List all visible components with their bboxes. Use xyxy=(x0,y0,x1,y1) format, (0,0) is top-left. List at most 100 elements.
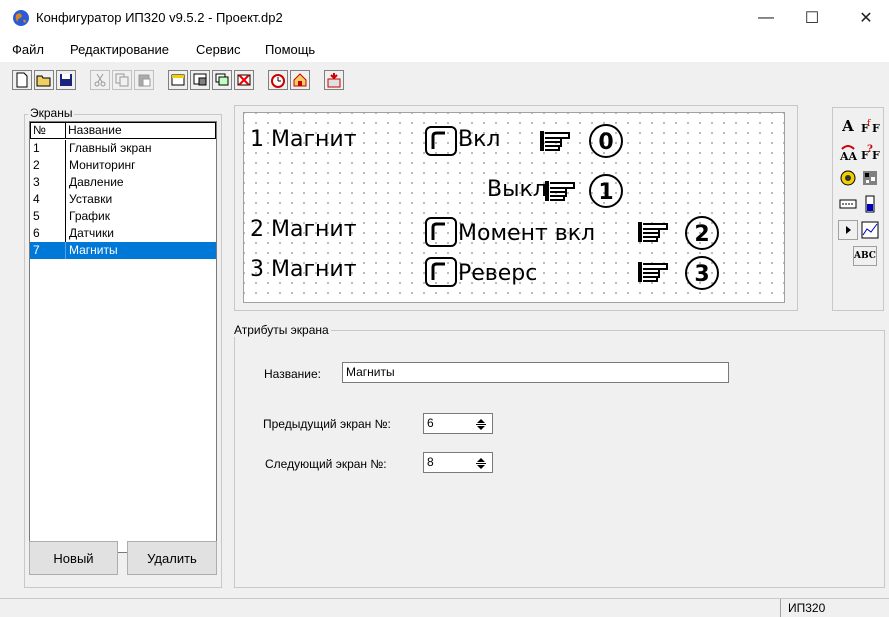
canvas-text-magnet-1[interactable]: 1 Магнит xyxy=(250,127,357,152)
canvas-text-reverse[interactable]: Реверс xyxy=(458,261,537,286)
list-item[interactable]: 6 Датчики xyxy=(30,225,216,242)
key-2-label: 2 xyxy=(694,222,709,247)
svg-text:AA: AA xyxy=(839,150,858,161)
canvas-text-magnet-2[interactable]: 2 Магнит xyxy=(250,217,357,242)
next-screen-label: Следующий экран №: xyxy=(265,457,387,471)
key-1-icon[interactable]: 1 xyxy=(588,173,624,209)
new-file-icon[interactable] xyxy=(12,70,32,90)
screens-list[interactable]: № Название 1 Главный экран 2 Мониторинг 3 Д… xyxy=(29,121,217,553)
bitmap-icon[interactable] xyxy=(860,168,880,188)
item-number: 6 xyxy=(33,226,40,240)
column-header-number[interactable]: № xyxy=(30,122,66,139)
spin-arrows-icon[interactable] xyxy=(474,417,488,431)
variable-text-icon[interactable]: AA xyxy=(838,142,858,162)
screen-copy-icon[interactable] xyxy=(212,70,232,90)
menu-service[interactable]: Сервис xyxy=(196,42,241,57)
key-0-icon[interactable]: 0 xyxy=(588,123,624,159)
item-number: 2 xyxy=(33,158,40,172)
button-frame-icon[interactable] xyxy=(424,256,458,288)
prev-screen-value: 6 xyxy=(427,416,434,430)
button-icon[interactable] xyxy=(838,220,858,240)
next-screen-stepper[interactable]: 8 xyxy=(423,452,493,473)
canvas-text-on[interactable]: Вкл xyxy=(458,127,500,152)
close-button[interactable]: ✕ xyxy=(843,0,889,36)
key-3-label: 3 xyxy=(694,262,709,287)
cut-icon[interactable] xyxy=(90,70,110,90)
key-1-label: 1 xyxy=(598,180,613,205)
pointing-hand-icon[interactable] xyxy=(637,219,671,245)
item-name: Главный экран xyxy=(69,141,152,155)
svg-text:F: F xyxy=(872,149,880,161)
prev-screen-label: Предыдущий экран №: xyxy=(263,417,391,431)
key-0-label: 0 xyxy=(598,130,613,155)
text-tool-icon[interactable]: A xyxy=(838,116,858,136)
canvas-text-magnet-3[interactable]: 3 Магнит xyxy=(250,257,357,282)
key-2-icon[interactable]: 2 xyxy=(684,215,720,251)
list-item[interactable]: 3 Давление xyxy=(30,174,216,191)
item-name: Мониторинг xyxy=(69,158,136,172)
list-item[interactable]: 2 Мониторинг xyxy=(30,157,216,174)
formula-var-icon[interactable]: F? F xyxy=(860,142,880,162)
new-screen-button[interactable]: Новый xyxy=(29,541,118,575)
tool-palette: A FfF AA F? F ABC xyxy=(838,116,880,310)
item-name: График xyxy=(69,209,110,223)
save-icon[interactable] xyxy=(56,70,76,90)
screens-group-label: Экраны xyxy=(28,106,75,120)
numeric-field-icon[interactable] xyxy=(838,194,858,214)
canvas-text-off[interactable]: Выкл xyxy=(487,177,547,202)
next-screen-value: 8 xyxy=(427,455,434,469)
pointing-hand-icon[interactable] xyxy=(539,128,573,154)
spin-arrows-icon[interactable] xyxy=(474,456,488,470)
copy-icon[interactable] xyxy=(112,70,132,90)
svg-text:f: f xyxy=(867,119,871,129)
item-name: Датчики xyxy=(69,226,114,240)
formula-text-icon[interactable]: FfF xyxy=(860,116,880,136)
home-icon[interactable] xyxy=(290,70,310,90)
app-globe-icon xyxy=(12,9,30,27)
item-name: Давление xyxy=(69,175,124,189)
device-status: ИП320 xyxy=(788,601,826,615)
list-item-selected[interactable]: 7 Магниты xyxy=(30,242,216,259)
menu-file[interactable]: Файл xyxy=(12,42,44,57)
alarm-clock-icon[interactable] xyxy=(268,70,288,90)
toolbar xyxy=(0,62,889,96)
add-screen-icon[interactable] xyxy=(168,70,188,90)
button-frame-icon[interactable] xyxy=(424,216,458,248)
minimize-button[interactable]: — xyxy=(743,0,789,36)
delete-screen-button[interactable]: Удалить xyxy=(127,541,217,575)
prev-screen-stepper[interactable]: 6 xyxy=(423,413,493,434)
maximize-button[interactable]: ☐ xyxy=(789,0,835,36)
button-frame-icon[interactable] xyxy=(424,125,458,157)
column-header-name[interactable]: Название xyxy=(65,122,216,139)
transfer-icon[interactable] xyxy=(324,70,344,90)
bar-icon[interactable] xyxy=(860,194,880,214)
menu-help[interactable]: Помощь xyxy=(265,42,315,57)
paste-icon[interactable] xyxy=(134,70,154,90)
key-3-icon[interactable]: 3 xyxy=(684,255,720,291)
item-number: 1 xyxy=(33,141,40,155)
item-number: 4 xyxy=(33,192,40,206)
list-item[interactable]: 5 График xyxy=(30,208,216,225)
item-name: Магниты xyxy=(69,243,118,257)
pointing-hand-icon[interactable] xyxy=(544,178,578,204)
canvas-text-moment-on[interactable]: Момент вкл xyxy=(458,221,595,246)
name-label: Название: xyxy=(264,367,321,381)
graph-icon[interactable] xyxy=(860,220,880,240)
indicator-icon[interactable] xyxy=(838,168,858,188)
item-number: 5 xyxy=(33,209,40,223)
open-folder-icon[interactable] xyxy=(34,70,54,90)
list-item[interactable]: 4 Уставки xyxy=(30,191,216,208)
pointing-hand-icon[interactable] xyxy=(637,259,671,285)
list-item[interactable]: 1 Главный экран xyxy=(30,140,216,157)
menu-bar: Файл Редактирование Сервис Помощь xyxy=(0,36,889,62)
status-bar: ИП320 xyxy=(0,598,889,617)
delete-screen-icon[interactable] xyxy=(234,70,254,90)
abc-icon[interactable]: ABC xyxy=(853,246,877,266)
window-title: Конфигуратор ИП320 v9.5.2 - Проект.dp2 xyxy=(36,10,283,25)
screen-name-field[interactable]: Магниты xyxy=(342,362,729,383)
screen-canvas[interactable]: 1 Магнит Вкл 0 Выкл 1 2 Магнит Момент вк… xyxy=(243,112,785,303)
screen-settings-icon[interactable] xyxy=(190,70,210,90)
title-bar: Конфигуратор ИП320 v9.5.2 - Проект.dp2 —… xyxy=(0,0,889,36)
svg-text:F: F xyxy=(872,122,880,134)
menu-edit[interactable]: Редактирование xyxy=(70,42,169,57)
